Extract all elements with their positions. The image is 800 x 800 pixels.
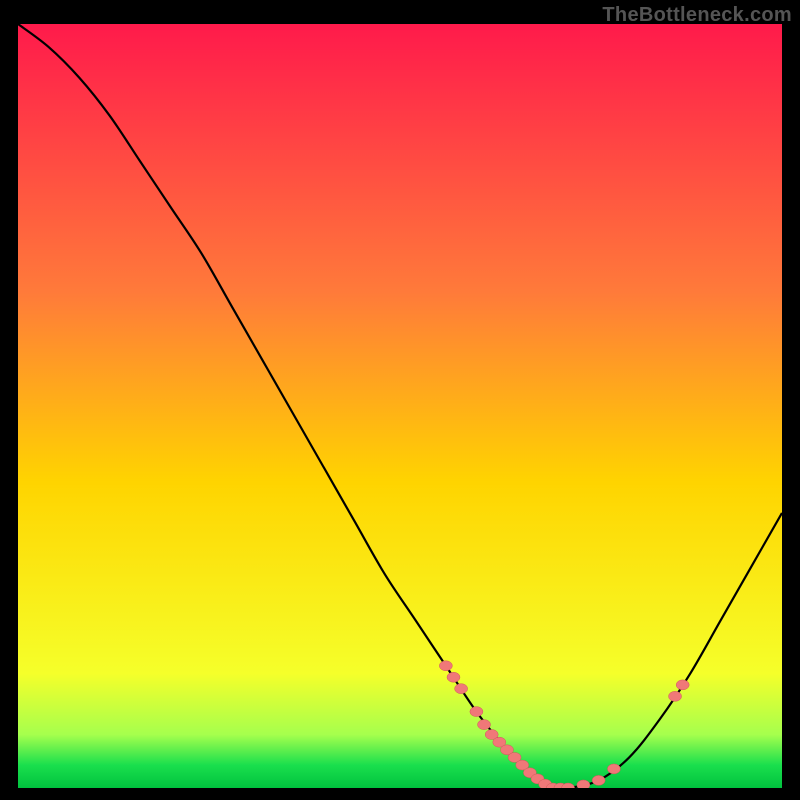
gradient-background — [18, 24, 782, 788]
watermark-label: TheBottleneck.com — [602, 4, 792, 27]
chart-stage: TheBottleneck.com — [0, 0, 800, 800]
data-marker — [447, 672, 460, 682]
data-marker — [439, 661, 452, 671]
plot-area — [18, 24, 782, 788]
data-marker — [676, 680, 689, 690]
data-marker — [470, 707, 483, 717]
data-marker — [607, 764, 620, 774]
data-marker — [478, 720, 491, 730]
data-marker — [669, 691, 682, 701]
data-marker — [455, 684, 468, 694]
data-marker — [592, 775, 605, 785]
data-marker — [577, 780, 590, 788]
bottleneck-chart-svg — [18, 24, 782, 788]
